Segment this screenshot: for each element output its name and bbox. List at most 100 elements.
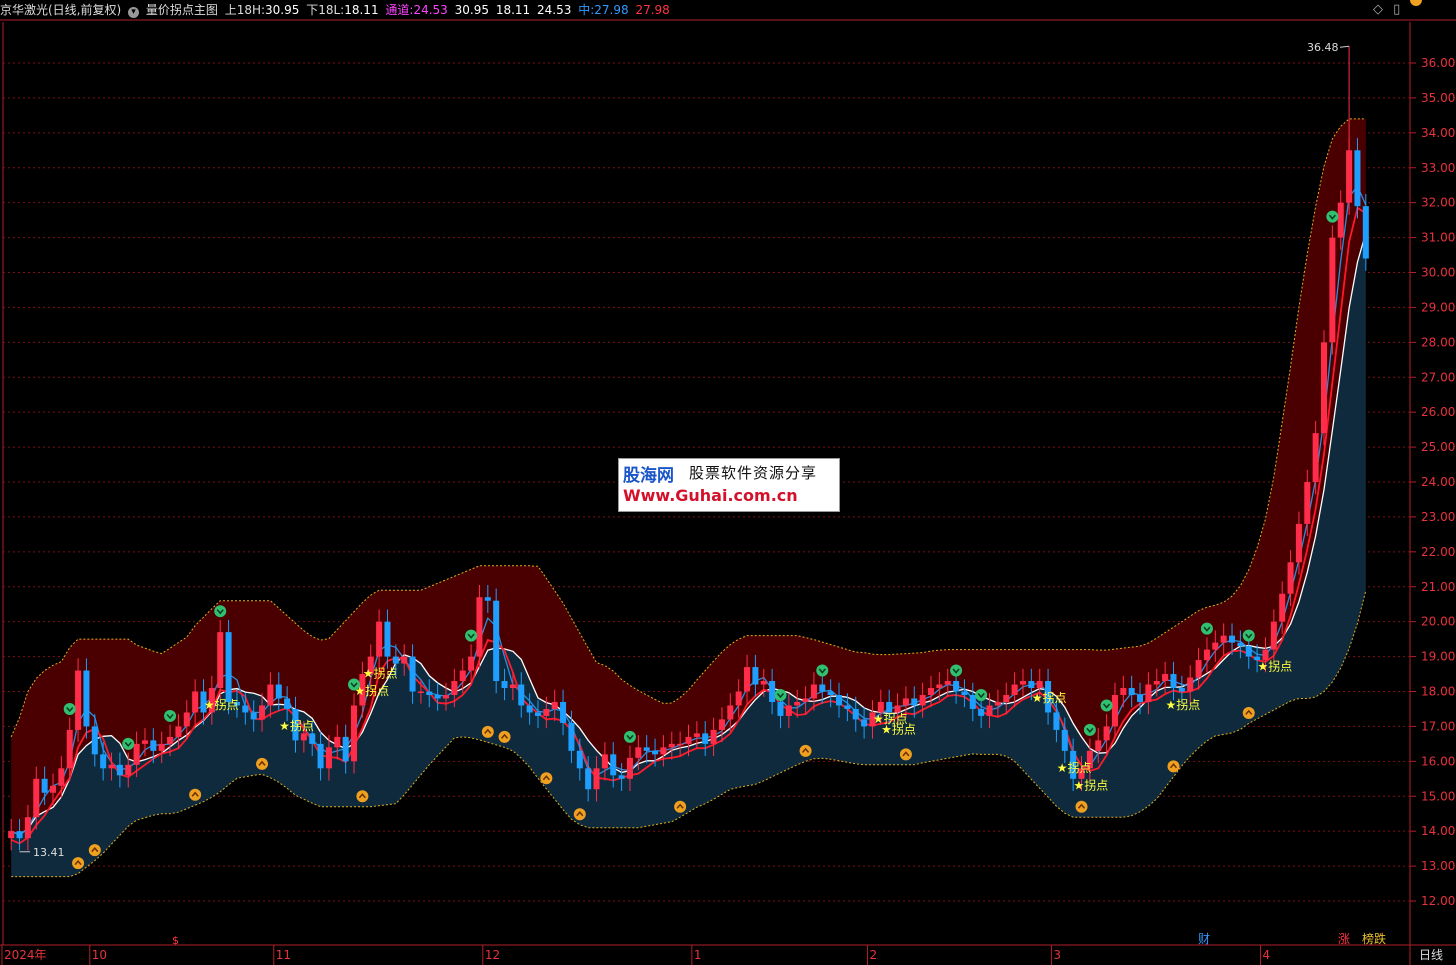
candle-body	[1220, 635, 1227, 643]
buy-signal-icon	[799, 744, 812, 757]
buy-signal-icon	[573, 808, 586, 821]
high-price-label: 36.48	[1307, 41, 1339, 54]
candle-body	[267, 684, 274, 706]
candle-body	[66, 729, 73, 769]
candle-body	[1237, 642, 1244, 647]
candle-body	[417, 691, 424, 693]
candle-body	[217, 632, 224, 689]
low-price-label: 13.41	[33, 846, 65, 859]
candle-body	[8, 831, 15, 839]
candle-body	[242, 705, 249, 713]
period-label[interactable]: 日线	[1419, 948, 1443, 962]
candle-body	[626, 757, 633, 779]
buy-signal-icon	[481, 725, 494, 738]
candle-body	[886, 701, 893, 713]
y-tick-label: 24.00	[1421, 475, 1455, 489]
candle-body	[317, 743, 324, 769]
buy-signal-icon	[540, 772, 553, 785]
candle-body	[493, 600, 500, 682]
candle-body	[1229, 635, 1236, 643]
y-tick-label: 14.00	[1421, 824, 1455, 838]
sell-signal-icon	[1100, 699, 1113, 712]
buy-signal-icon	[1075, 800, 1088, 813]
candle-body	[108, 764, 115, 769]
y-tick-label: 13.00	[1421, 859, 1455, 873]
candle-body	[610, 754, 617, 776]
y-tick-label: 12.00	[1421, 894, 1455, 908]
pivot-label: ★拐点	[1257, 659, 1292, 674]
candle-body	[727, 705, 734, 720]
candle-body	[635, 747, 642, 758]
y-tick-label: 32.00	[1421, 196, 1455, 210]
candle-body	[919, 694, 926, 706]
y-tick-label: 30.00	[1421, 266, 1455, 280]
candle-body	[777, 701, 784, 716]
y-tick-label: 36.00	[1421, 56, 1455, 70]
sell-signal-icon	[1242, 629, 1255, 642]
y-tick-label: 23.00	[1421, 510, 1455, 524]
sell-signal-icon	[214, 605, 227, 618]
buy-signal-icon	[356, 790, 369, 803]
candle-body	[192, 691, 199, 713]
y-tick-label: 31.00	[1421, 231, 1455, 245]
x-tick-label: 11	[276, 948, 291, 962]
candle-body	[702, 733, 709, 744]
candle-body	[986, 705, 993, 716]
pivot-label: ★拐点	[363, 666, 398, 681]
candle-body	[167, 736, 174, 744]
candle-body	[710, 729, 717, 744]
candle-body	[334, 736, 341, 748]
pivot-label: ★拐点	[204, 697, 239, 712]
candle-body	[585, 768, 592, 790]
candle-body	[351, 705, 358, 762]
x-tick-label: 2024年	[4, 948, 47, 962]
candle-body	[1178, 688, 1185, 692]
y-tick-label: 17.00	[1421, 719, 1455, 733]
candle-body	[1287, 562, 1294, 594]
candle-body	[434, 694, 441, 699]
candle-body	[468, 656, 475, 671]
candle-body	[1036, 681, 1043, 689]
y-tick-label: 33.00	[1421, 161, 1455, 175]
candle-body	[1028, 681, 1035, 689]
candle-body	[718, 719, 725, 730]
buy-signal-icon	[1409, 0, 1422, 6]
candle-body	[384, 621, 391, 657]
candle-body	[969, 694, 976, 709]
candle-body	[1011, 684, 1018, 695]
bottom-marker: 榜跌	[1362, 931, 1386, 946]
candle-body	[1362, 206, 1369, 259]
sell-signal-icon	[63, 702, 76, 715]
candle-body	[836, 694, 843, 706]
candle-body	[309, 733, 316, 744]
candle-body	[325, 747, 332, 769]
candle-body	[877, 701, 884, 713]
candle-body	[409, 656, 416, 692]
buy-signal-icon	[674, 800, 687, 813]
buy-signal-icon	[498, 730, 511, 743]
buy-signal-icon	[256, 757, 269, 770]
x-tick-label: 4	[1262, 948, 1270, 962]
pivot-label: ★拐点	[1032, 690, 1067, 705]
candle-body	[484, 597, 491, 601]
candle-body	[752, 667, 759, 685]
candle-body	[693, 733, 700, 737]
candle-body	[1195, 660, 1202, 678]
candle-body	[861, 719, 868, 727]
bottom-marker: 涨	[1338, 931, 1350, 946]
candle-body	[1354, 150, 1361, 207]
candle-body	[1162, 674, 1169, 682]
candle-body	[827, 691, 834, 695]
candle-body	[1245, 646, 1252, 657]
candle-body	[1111, 694, 1118, 727]
candle-body	[551, 701, 558, 709]
watermark-subtitle: 股票软件资源分享	[689, 464, 818, 482]
buy-signal-icon	[72, 857, 85, 870]
candle-body	[426, 691, 433, 695]
lower-band	[11, 232, 1366, 877]
candle-body	[158, 743, 165, 751]
bottom-marker: 财	[1198, 932, 1210, 946]
candle-body	[175, 726, 182, 737]
y-tick-label: 34.00	[1421, 126, 1455, 140]
candle-body	[16, 831, 23, 839]
